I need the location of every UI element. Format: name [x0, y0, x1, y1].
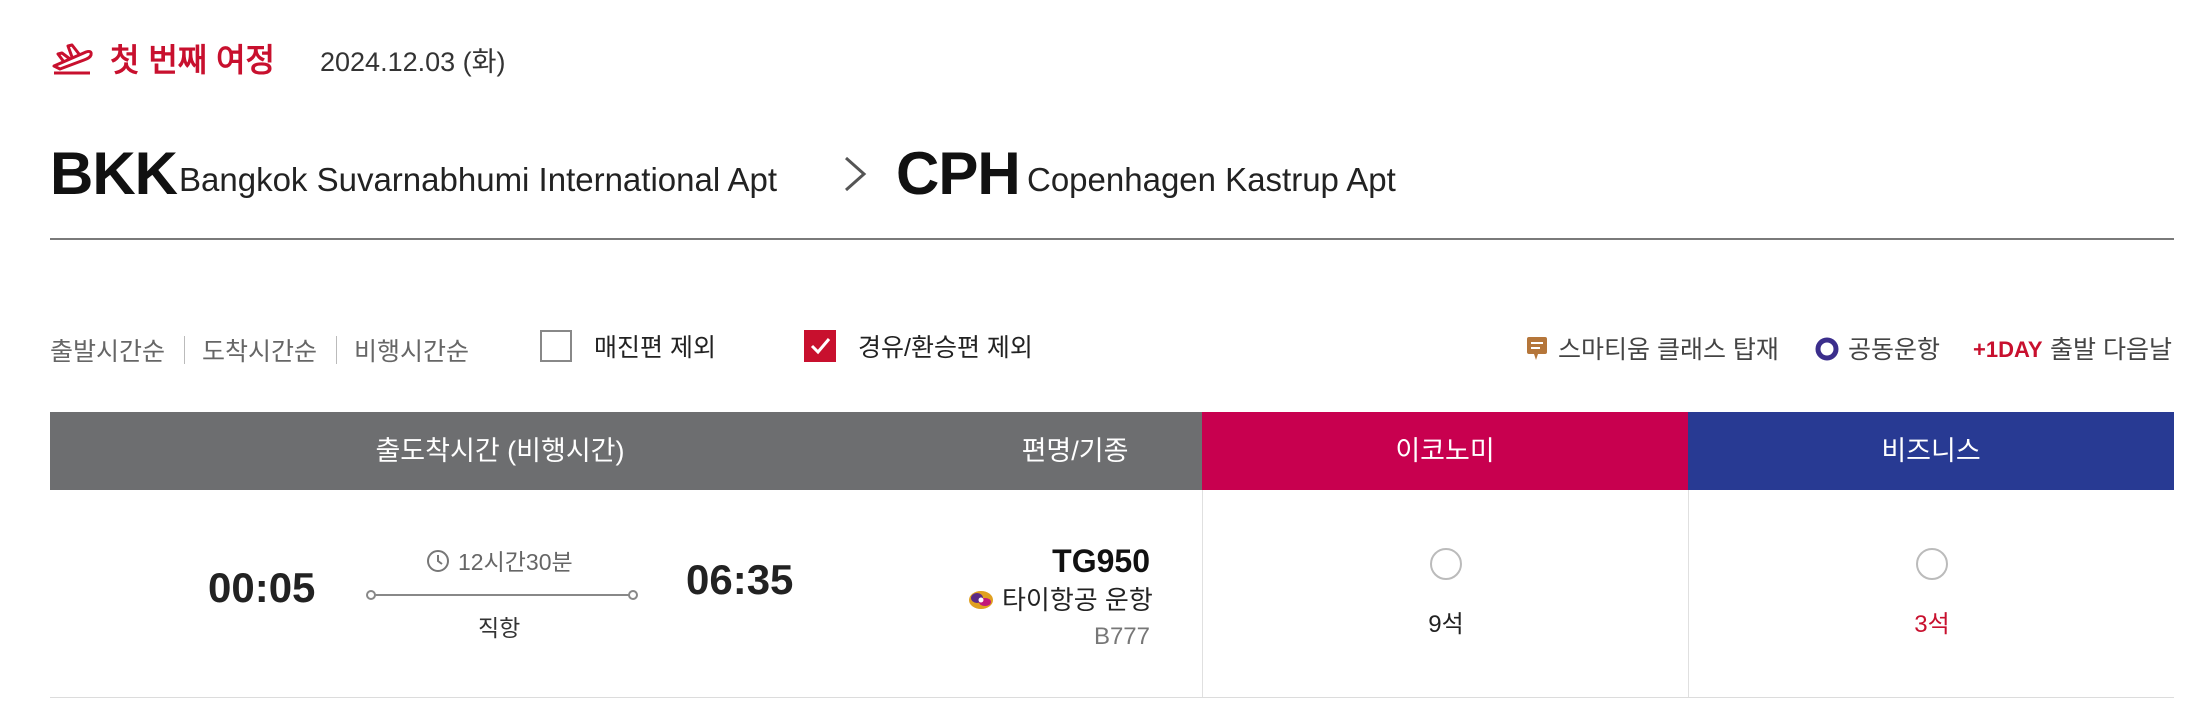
- column-divider: [1202, 490, 1203, 698]
- exclude-sold-out-checkbox[interactable]: [540, 330, 572, 362]
- exclude-sold-out-label[interactable]: 매진편 제외: [594, 330, 716, 366]
- codeshare-legend: 공동운항: [1848, 336, 1941, 364]
- column-divider: [1688, 490, 1689, 698]
- smartium-legend: 스마티움 클래스 탑재: [1558, 336, 1779, 364]
- plane-takeoff-icon: [52, 43, 93, 75]
- row-divider: [50, 697, 2174, 698]
- plus-day-badge: +1DAY: [1973, 337, 2043, 362]
- exclude-transfer-checkbox[interactable]: [804, 330, 836, 362]
- destination-code: CPH: [896, 140, 1021, 207]
- flight-number[interactable]: TG950: [1050, 540, 1150, 582]
- flight-route-line: [366, 590, 638, 600]
- thai-airways-logo-icon: [969, 591, 993, 609]
- operating-airline: 타이항공 운항: [1002, 585, 1153, 615]
- arrival-time: 06:35: [686, 556, 794, 603]
- destination-name: Copenhagen Kastrup Apt: [1027, 161, 1396, 198]
- economy-seats: 9석: [1428, 611, 1464, 638]
- sort-departure-time[interactable]: 출발시간순: [50, 334, 165, 370]
- exclude-transfer-label[interactable]: 경유/환승편 제외: [858, 330, 1033, 366]
- chevron-right-icon: [845, 156, 867, 192]
- sort-arrival-time[interactable]: 도착시간순: [202, 334, 317, 370]
- header-departure-arrival: 출도착시간 (비행시간): [375, 436, 625, 466]
- economy-select-radio[interactable]: [1430, 548, 1462, 580]
- journey-date: 2024.12.03 (화): [320, 47, 506, 77]
- header-business: 비즈니스: [1688, 412, 2174, 490]
- origin-code: BKK: [50, 140, 178, 207]
- smartium-icon: [1527, 337, 1547, 360]
- checkmark-icon: [810, 338, 831, 355]
- journey-title: 첫 번째 여정: [110, 42, 275, 78]
- clock-icon: [427, 550, 449, 572]
- route-divider: [50, 238, 2174, 240]
- business-seats: 3석: [1914, 611, 1950, 638]
- sort-divider: [336, 336, 337, 364]
- header-flight-aircraft: 편명/기종: [1021, 436, 1129, 466]
- departure-time: 00:05: [208, 564, 316, 611]
- codeshare-icon: [1815, 337, 1839, 361]
- aircraft-type: B777: [1093, 623, 1150, 650]
- business-select-radio[interactable]: [1916, 548, 1948, 580]
- flight-duration: 12시간30분: [458, 549, 573, 575]
- sort-flight-time[interactable]: 비행시간순: [354, 334, 469, 370]
- header-economy: 이코노미: [1202, 412, 1688, 490]
- sort-divider: [184, 336, 185, 364]
- plus-day-legend: 출발 다음날: [2050, 336, 2172, 364]
- origin-name: Bangkok Suvarnabhumi International Apt: [179, 161, 778, 198]
- nonstop-label: 직항: [478, 615, 521, 641]
